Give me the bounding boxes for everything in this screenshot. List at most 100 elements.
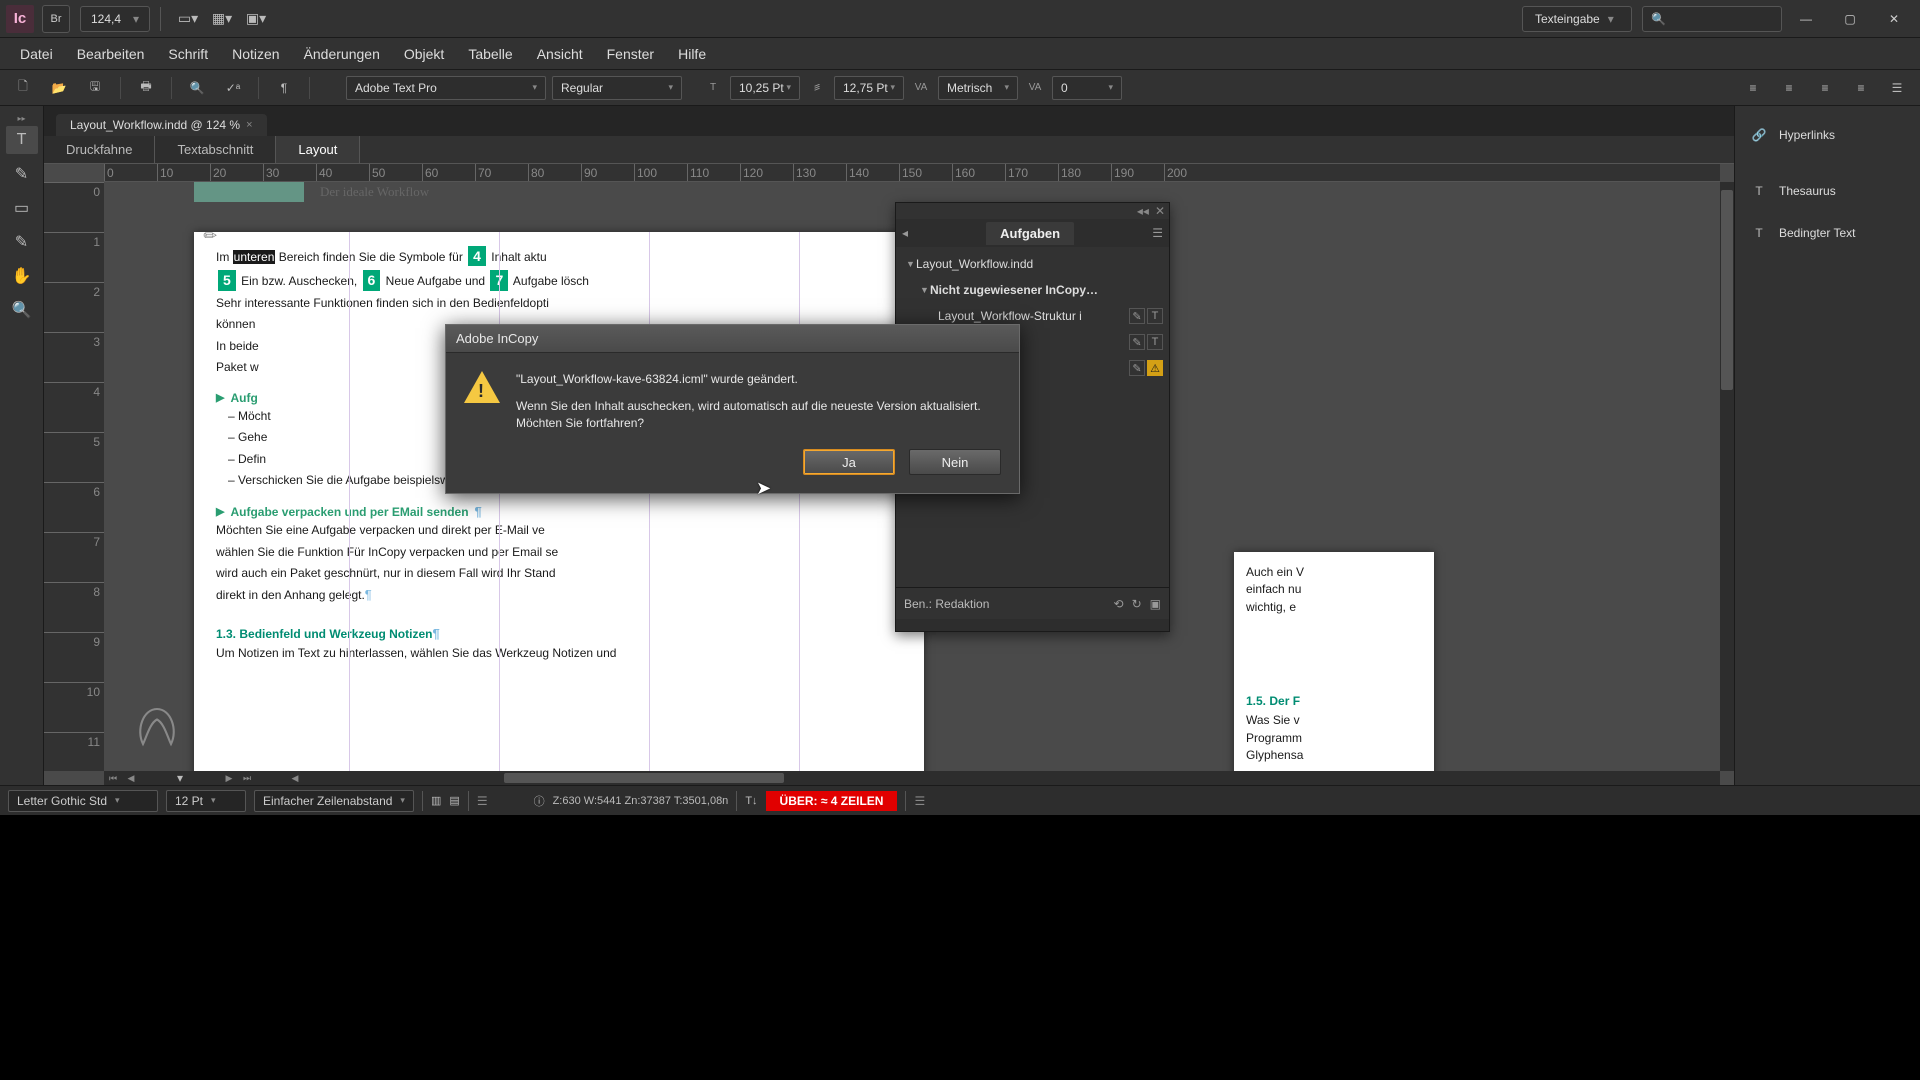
spellcheck-icon[interactable]: ✓ᵃ (218, 75, 248, 101)
menu-aenderungen[interactable]: Änderungen (292, 38, 392, 69)
panel-hyperlinks[interactable]: 🔗Hyperlinks (1735, 114, 1920, 156)
workspace-dropdown[interactable]: Texteingabe (1522, 6, 1632, 32)
zoom-dropdown[interactable]: 124,4 (80, 6, 150, 32)
minimize-button[interactable]: — (1786, 5, 1826, 33)
screen-mode-icon[interactable]: ▣▾ (241, 6, 271, 32)
text-icon: T (1147, 308, 1163, 324)
watermark-icon (122, 700, 192, 763)
document-tab[interactable]: Layout_Workflow.indd @ 124 % × (56, 114, 267, 136)
find-icon[interactable]: 🔍 (182, 75, 212, 101)
prev-page-icon[interactable]: ◀ (122, 771, 140, 785)
maximize-button[interactable]: ▢ (1830, 5, 1870, 33)
collapse-icon[interactable]: ◂◂ (1137, 204, 1149, 218)
cursor-icon: ➤ (756, 478, 771, 499)
hand-tool-icon[interactable]: ✋ (6, 262, 38, 290)
print-icon[interactable]: 🖶 (131, 75, 161, 101)
sb-column-icon[interactable]: ▥ (431, 794, 441, 807)
view-mode-icon[interactable]: ▭▾ (173, 6, 203, 32)
dialog-title: Adobe InCopy (446, 325, 1019, 353)
tree-unassigned[interactable]: ▼Nicht zugewiesener InCopy… (896, 277, 1169, 303)
update-content-icon[interactable]: ⟲ (1114, 597, 1124, 611)
menu-notizen[interactable]: Notizen (220, 38, 291, 69)
sb-spacing-dropdown[interactable]: Einfacher Zeilenabstand (254, 790, 414, 812)
app-icon: Ic (6, 5, 34, 33)
menu-tabelle[interactable]: Tabelle (456, 38, 524, 69)
menu-datei[interactable]: Datei (8, 38, 65, 69)
align-justify-icon[interactable]: ≡ (1846, 75, 1876, 101)
sb-coords: Z:630 W:5441 Zn:37387 T:3501,08n (553, 795, 729, 807)
align-left-icon[interactable]: ≡ (1738, 75, 1768, 101)
sb-para-icon[interactable]: ▤ (449, 794, 459, 807)
view-tab-galley[interactable]: Druckfahne (44, 136, 155, 163)
type-tool-icon[interactable]: T (6, 126, 38, 154)
assignments-tab[interactable]: Aufgaben (986, 222, 1074, 245)
horizontal-ruler: 0102030405060708090100110120130140150160… (104, 164, 1720, 182)
menu-fenster[interactable]: Fenster (595, 38, 666, 69)
tree-root[interactable]: ▼Layout_Workflow.indd (896, 251, 1169, 277)
search-input[interactable]: 🔍 (1642, 6, 1782, 32)
last-page-icon[interactable]: ⏭ (238, 771, 256, 785)
edit-icon[interactable]: ✎ (1129, 334, 1145, 350)
menu-hilfe[interactable]: Hilfe (666, 38, 718, 69)
checkout-icon[interactable]: ▣ (1150, 597, 1161, 611)
edit-highlight (194, 182, 304, 202)
save-icon[interactable]: 🖫 (80, 75, 110, 101)
panel-menu-icon[interactable]: ☰ (1152, 226, 1163, 240)
close-button[interactable]: ✕ (1874, 5, 1914, 33)
horizontal-scrollbar[interactable]: ⏮ ◀ ▾ ▶ ⏭ ◀ (104, 771, 1720, 785)
view-tab-story[interactable]: Textabschnitt (155, 136, 276, 163)
thesaurus-icon: T (1749, 181, 1769, 201)
right-panels: 🔗Hyperlinks TThesaurus TBedingter Text (1734, 106, 1920, 785)
page-2-fragment: Auch ein V einfach nu wichtig, e 1.5. De… (1234, 552, 1434, 771)
no-button[interactable]: Nein (909, 449, 1001, 475)
zoom-tool-icon[interactable]: 🔍 (6, 296, 38, 324)
bridge-icon[interactable]: Br (42, 5, 70, 33)
sb-info-icon: ⓘ (534, 793, 545, 809)
page-break-label: Der ideale Workflow (320, 184, 429, 200)
sb-overset-icon: T↓ (745, 795, 757, 807)
conditional-text-icon: T (1749, 223, 1769, 243)
refresh-icon[interactable]: ↻ (1132, 597, 1142, 611)
font-size-icon: T (702, 77, 724, 99)
menu-bearbeiten[interactable]: Bearbeiten (65, 38, 157, 69)
kerning-dropdown[interactable]: Metrisch (938, 76, 1018, 100)
menu-schrift[interactable]: Schrift (156, 38, 220, 69)
edit-icon[interactable]: ✎ (1129, 360, 1145, 376)
font-size-dropdown[interactable]: 10,25 Pt (730, 76, 800, 100)
panel-conditional-text[interactable]: TBedingter Text (1735, 212, 1920, 254)
vertical-scrollbar[interactable] (1720, 182, 1734, 771)
edit-icon[interactable]: ✎ (1129, 308, 1145, 324)
tracking-icon: VA (1024, 77, 1046, 99)
page: ✎ ✎ Im unteren Bereich finden Sie die Sy… (194, 232, 924, 771)
first-page-icon[interactable]: ⏮ (104, 771, 122, 785)
view-tab-layout[interactable]: Layout (276, 136, 360, 163)
eyedropper-tool-icon[interactable]: ✎ (6, 228, 38, 256)
note-tool-icon[interactable]: ✎ (6, 160, 38, 188)
pilcrow-icon[interactable]: ¶ (269, 75, 299, 101)
menu-objekt[interactable]: Objekt (392, 38, 456, 69)
close-panel-icon[interactable]: ✕ (1155, 204, 1165, 218)
leading-dropdown[interactable]: 12,75 Pt (834, 76, 904, 100)
menu-ansicht[interactable]: Ansicht (525, 38, 595, 69)
sb-size-dropdown[interactable]: 12 Pt (166, 790, 246, 812)
panel-menu-icon[interactable]: ☰ (1882, 75, 1912, 101)
text-icon: T (1147, 334, 1163, 350)
align-center-icon[interactable]: ≡ (1774, 75, 1804, 101)
yes-button[interactable]: Ja (803, 449, 895, 475)
position-tool-icon[interactable]: ▭ (6, 194, 38, 222)
sb-font-dropdown[interactable]: Letter Gothic Std (8, 790, 158, 812)
panel-thesaurus[interactable]: TThesaurus (1735, 170, 1920, 212)
close-tab-icon[interactable]: × (246, 119, 252, 131)
font-family-dropdown[interactable]: Adobe Text Pro (346, 76, 546, 100)
tracking-dropdown[interactable]: 0 (1052, 76, 1122, 100)
font-style-dropdown[interactable]: Regular (552, 76, 682, 100)
align-right-icon[interactable]: ≡ (1810, 75, 1840, 101)
selected-text: unteren (233, 250, 276, 264)
arrange-icon[interactable]: ▦▾ (207, 6, 237, 32)
next-page-icon[interactable]: ▶ (220, 771, 238, 785)
hyperlinks-icon: 🔗 (1749, 125, 1769, 145)
new-icon[interactable]: 🗋 (8, 75, 38, 101)
overset-indicator[interactable]: ÜBER: ≈ 4 ZEILEN (766, 791, 898, 811)
status-bar: Letter Gothic Std 12 Pt Einfacher Zeilen… (0, 785, 1920, 815)
open-icon[interactable]: 📂 (44, 75, 74, 101)
